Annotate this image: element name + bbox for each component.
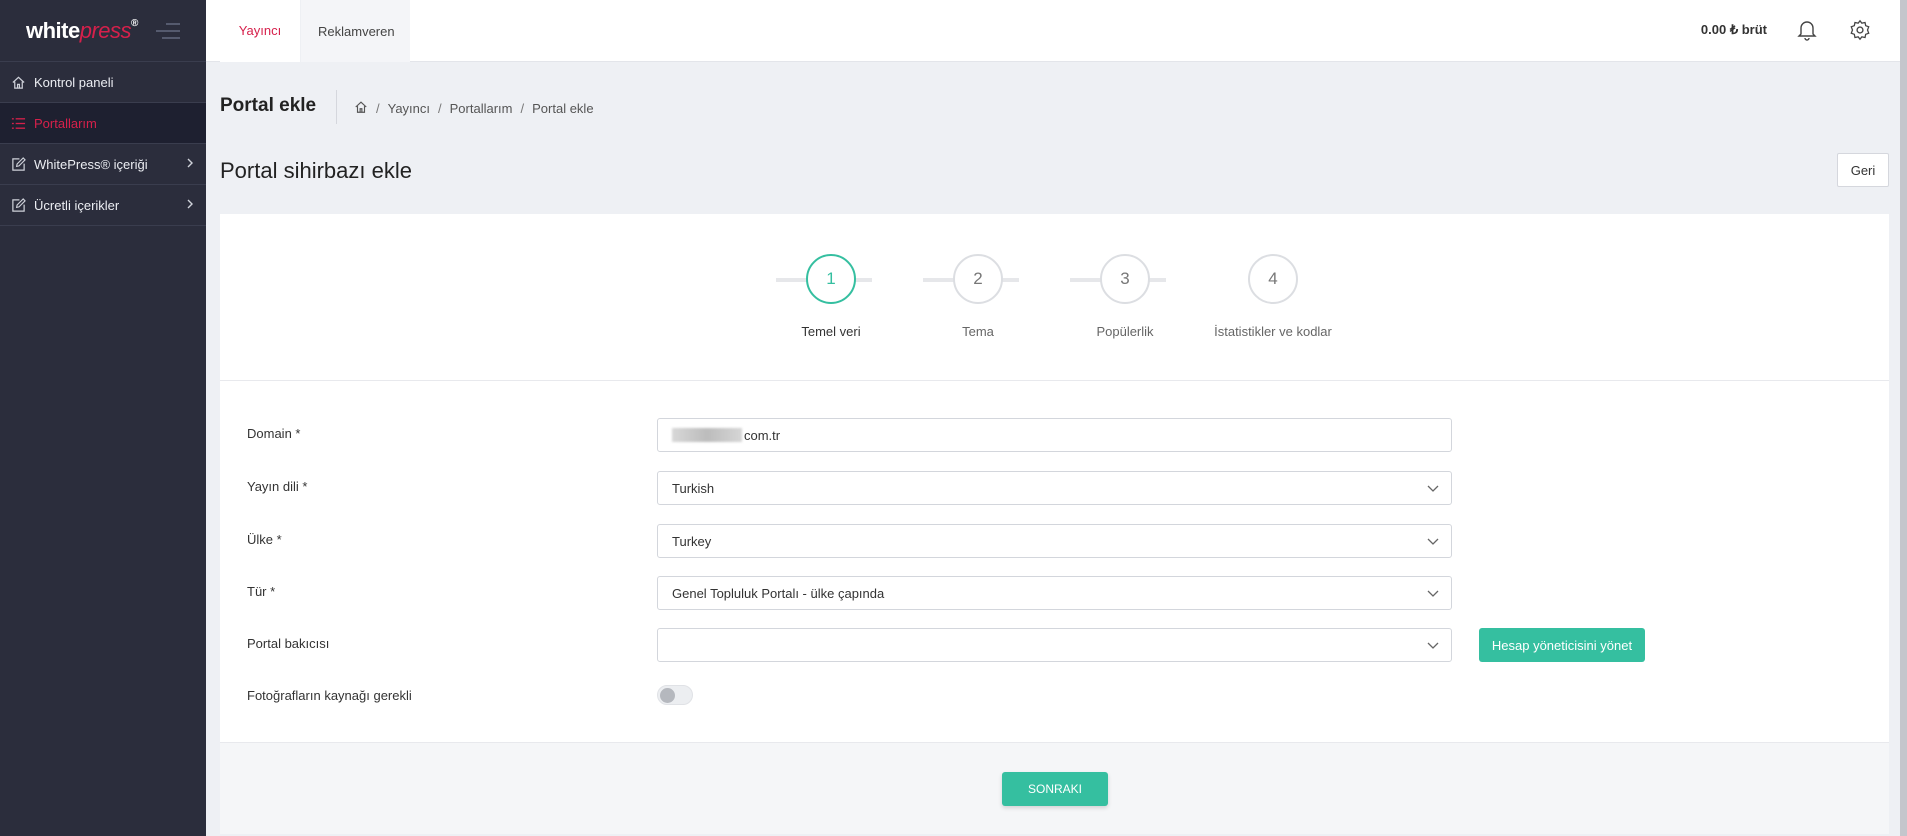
- step-1[interactable]: 1: [806, 254, 856, 304]
- language-value: Turkish: [672, 480, 715, 496]
- country-select[interactable]: Turkey: [657, 524, 1452, 558]
- photo-source-toggle[interactable]: [657, 685, 693, 705]
- tab-advertiser[interactable]: Reklamveren: [318, 0, 395, 62]
- toggle-knob: [660, 688, 675, 703]
- manager-select[interactable]: [657, 628, 1452, 662]
- type-select[interactable]: Genel Topluluk Portalı - ülke çapında: [657, 576, 1452, 610]
- wizard-title: Portal sihirbazı ekle: [220, 158, 412, 183]
- sidebar: whitepress® Kontrol paneli Portallarım W…: [0, 0, 206, 836]
- breadcrumb-separator: /: [520, 101, 525, 116]
- menu-toggle-icon[interactable]: [156, 23, 180, 39]
- wizard-card: 1 2 3 4 Temel veri Tema Popülerlik İstat…: [220, 214, 1889, 834]
- balance-display[interactable]: 0.00 ₺ brüt: [1701, 22, 1767, 38]
- page-title: Portal ekle: [220, 95, 317, 116]
- breadcrumb: / Yayıncı / Portallarım / Portal ekle: [354, 100, 594, 117]
- chevron-right-icon: [186, 198, 194, 213]
- manage-account-manager-button[interactable]: Hesap yöneticisini yönet: [1479, 628, 1645, 662]
- chevron-down-icon: [1427, 639, 1439, 654]
- step-2[interactable]: 2: [953, 254, 1003, 304]
- chevron-right-icon: [186, 157, 194, 172]
- step-4-label: İstatistikler ve kodlar: [1214, 324, 1332, 339]
- logo[interactable]: whitepress®: [0, 0, 206, 62]
- sidebar-item-paid-content[interactable]: Ücretli içerikler: [0, 185, 206, 226]
- home-icon: [10, 74, 27, 91]
- next-button[interactable]: SONRAKI: [1002, 772, 1108, 806]
- gear-icon[interactable]: [1849, 19, 1871, 46]
- breadcrumb-portals[interactable]: Portallarım: [450, 101, 513, 116]
- country-value: Turkey: [672, 533, 712, 549]
- breadcrumb-publisher[interactable]: Yayıncı: [388, 101, 430, 116]
- manager-label: Portal bakıcısı: [247, 636, 330, 651]
- edit-icon: [10, 197, 27, 214]
- country-label: Ülke *: [247, 532, 282, 547]
- photo-source-label: Fotoğrafların kaynağı gerekli: [247, 688, 412, 703]
- list-icon: [10, 115, 27, 132]
- domain-value: com.tr: [744, 427, 781, 443]
- stepper: 1 2 3 4 Temel veri Tema Popülerlik İstat…: [220, 214, 1889, 381]
- divider: [336, 90, 337, 124]
- tab-publisher[interactable]: Yayıncı: [220, 0, 300, 62]
- language-select[interactable]: Turkish: [657, 471, 1452, 505]
- sidebar-item-dashboard[interactable]: Kontrol paneli: [0, 62, 206, 103]
- back-button[interactable]: Geri: [1837, 153, 1889, 187]
- domain-label: Domain *: [247, 426, 301, 441]
- sidebar-item-whitepress-content[interactable]: WhitePress® içeriği: [0, 144, 206, 185]
- home-icon[interactable]: [354, 100, 368, 117]
- step-4[interactable]: 4: [1248, 254, 1298, 304]
- wizard-footer: SONRAKI: [220, 742, 1889, 834]
- sidebar-item-label: Kontrol paneli: [34, 74, 114, 90]
- step-1-label: Temel veri: [801, 324, 861, 339]
- type-value: Genel Topluluk Portalı - ülke çapında: [672, 585, 885, 601]
- domain-input[interactable]: com.tr: [657, 418, 1452, 452]
- step-3[interactable]: 3: [1100, 254, 1150, 304]
- sidebar-item-label: Portallarım: [34, 115, 97, 131]
- step-2-label: Tema: [962, 324, 994, 339]
- bell-icon[interactable]: [1797, 19, 1817, 46]
- chevron-down-icon: [1427, 535, 1439, 550]
- edit-icon: [10, 156, 27, 173]
- chevron-down-icon: [1427, 587, 1439, 602]
- sidebar-item-label: Ücretli içerikler: [34, 197, 120, 213]
- chevron-down-icon: [1427, 482, 1439, 497]
- language-label: Yayın dili *: [247, 479, 308, 494]
- type-label: Tür *: [247, 584, 276, 599]
- scrollbar[interactable]: [1900, 0, 1907, 836]
- breadcrumb-current: Portal ekle: [532, 101, 594, 116]
- redacted-text: [672, 428, 742, 442]
- breadcrumb-separator: /: [376, 101, 380, 116]
- sidebar-item-portals[interactable]: Portallarım: [0, 103, 206, 144]
- breadcrumb-separator: /: [438, 101, 442, 116]
- step-3-label: Popülerlik: [1096, 324, 1154, 339]
- logo-text: whitepress®: [26, 17, 138, 43]
- top-bar: Yayıncı Reklamveren 0.00 ₺ brüt: [206, 0, 1907, 62]
- sidebar-item-label: WhitePress® içeriği: [34, 156, 148, 172]
